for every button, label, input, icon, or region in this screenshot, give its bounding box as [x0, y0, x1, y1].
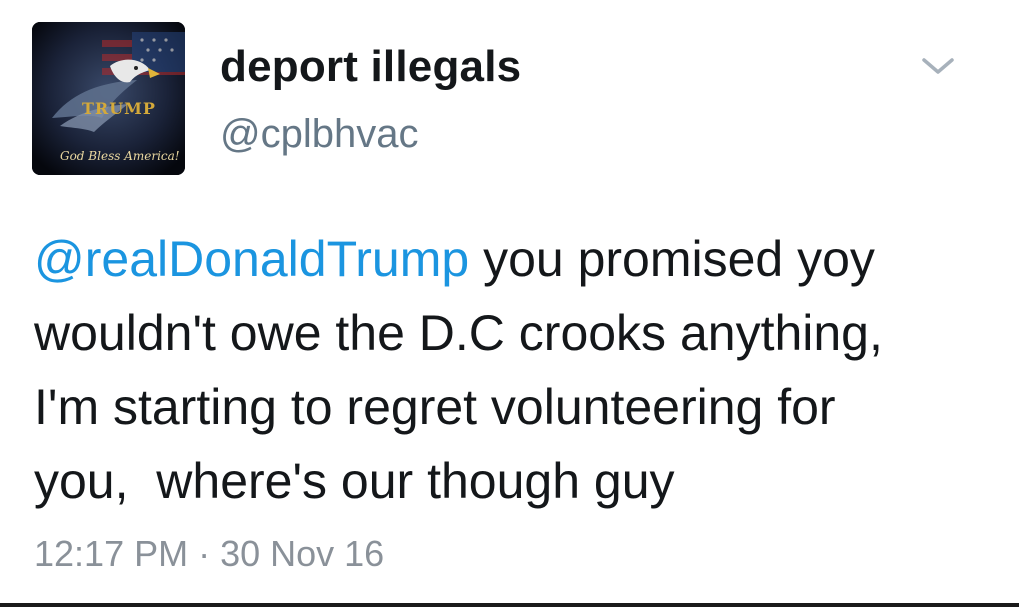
tweet-timestamp[interactable]: 12:17 PM · 30 Nov 16 — [34, 533, 384, 575]
user-handle[interactable]: @cplbhvac — [220, 112, 418, 157]
profile-avatar[interactable]: TRUMP God Bless America! — [32, 22, 185, 175]
svg-text:TRUMP: TRUMP — [82, 99, 156, 118]
tweet-text: @realDonaldTrump you promised yoy wouldn… — [34, 222, 994, 518]
eagle-flag-icon: TRUMP God Bless America! — [32, 22, 185, 175]
chevron-down-icon[interactable] — [918, 52, 958, 80]
display-name[interactable]: deport illegals — [220, 42, 521, 92]
divider — [0, 603, 1019, 607]
svg-text:God Bless America!: God Bless America! — [60, 149, 180, 163]
tweet-card: TRUMP God Bless America! deport illegals… — [0, 0, 1019, 608]
mention-link[interactable]: @realDonaldTrump — [34, 231, 469, 287]
